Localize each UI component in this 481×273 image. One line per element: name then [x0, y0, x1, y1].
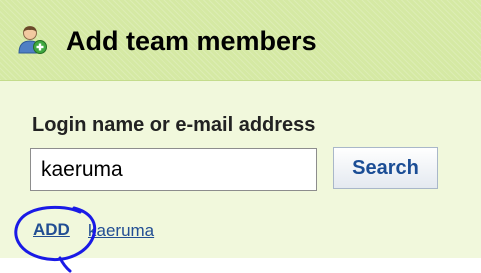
- panel-title: Add team members: [66, 26, 317, 56]
- add-team-members-panel: Add team members Login name or e-mail ad…: [0, 0, 481, 258]
- add-member-link[interactable]: ADD: [33, 219, 70, 241]
- user-add-icon: [16, 24, 48, 56]
- search-button[interactable]: Search: [333, 147, 438, 189]
- login-field-label: Login name or e-mail address: [32, 114, 316, 136]
- panel-header: Add team members: [0, 0, 481, 81]
- login-name-input[interactable]: [30, 148, 317, 191]
- user-result-link[interactable]: kaeruma: [88, 220, 154, 242]
